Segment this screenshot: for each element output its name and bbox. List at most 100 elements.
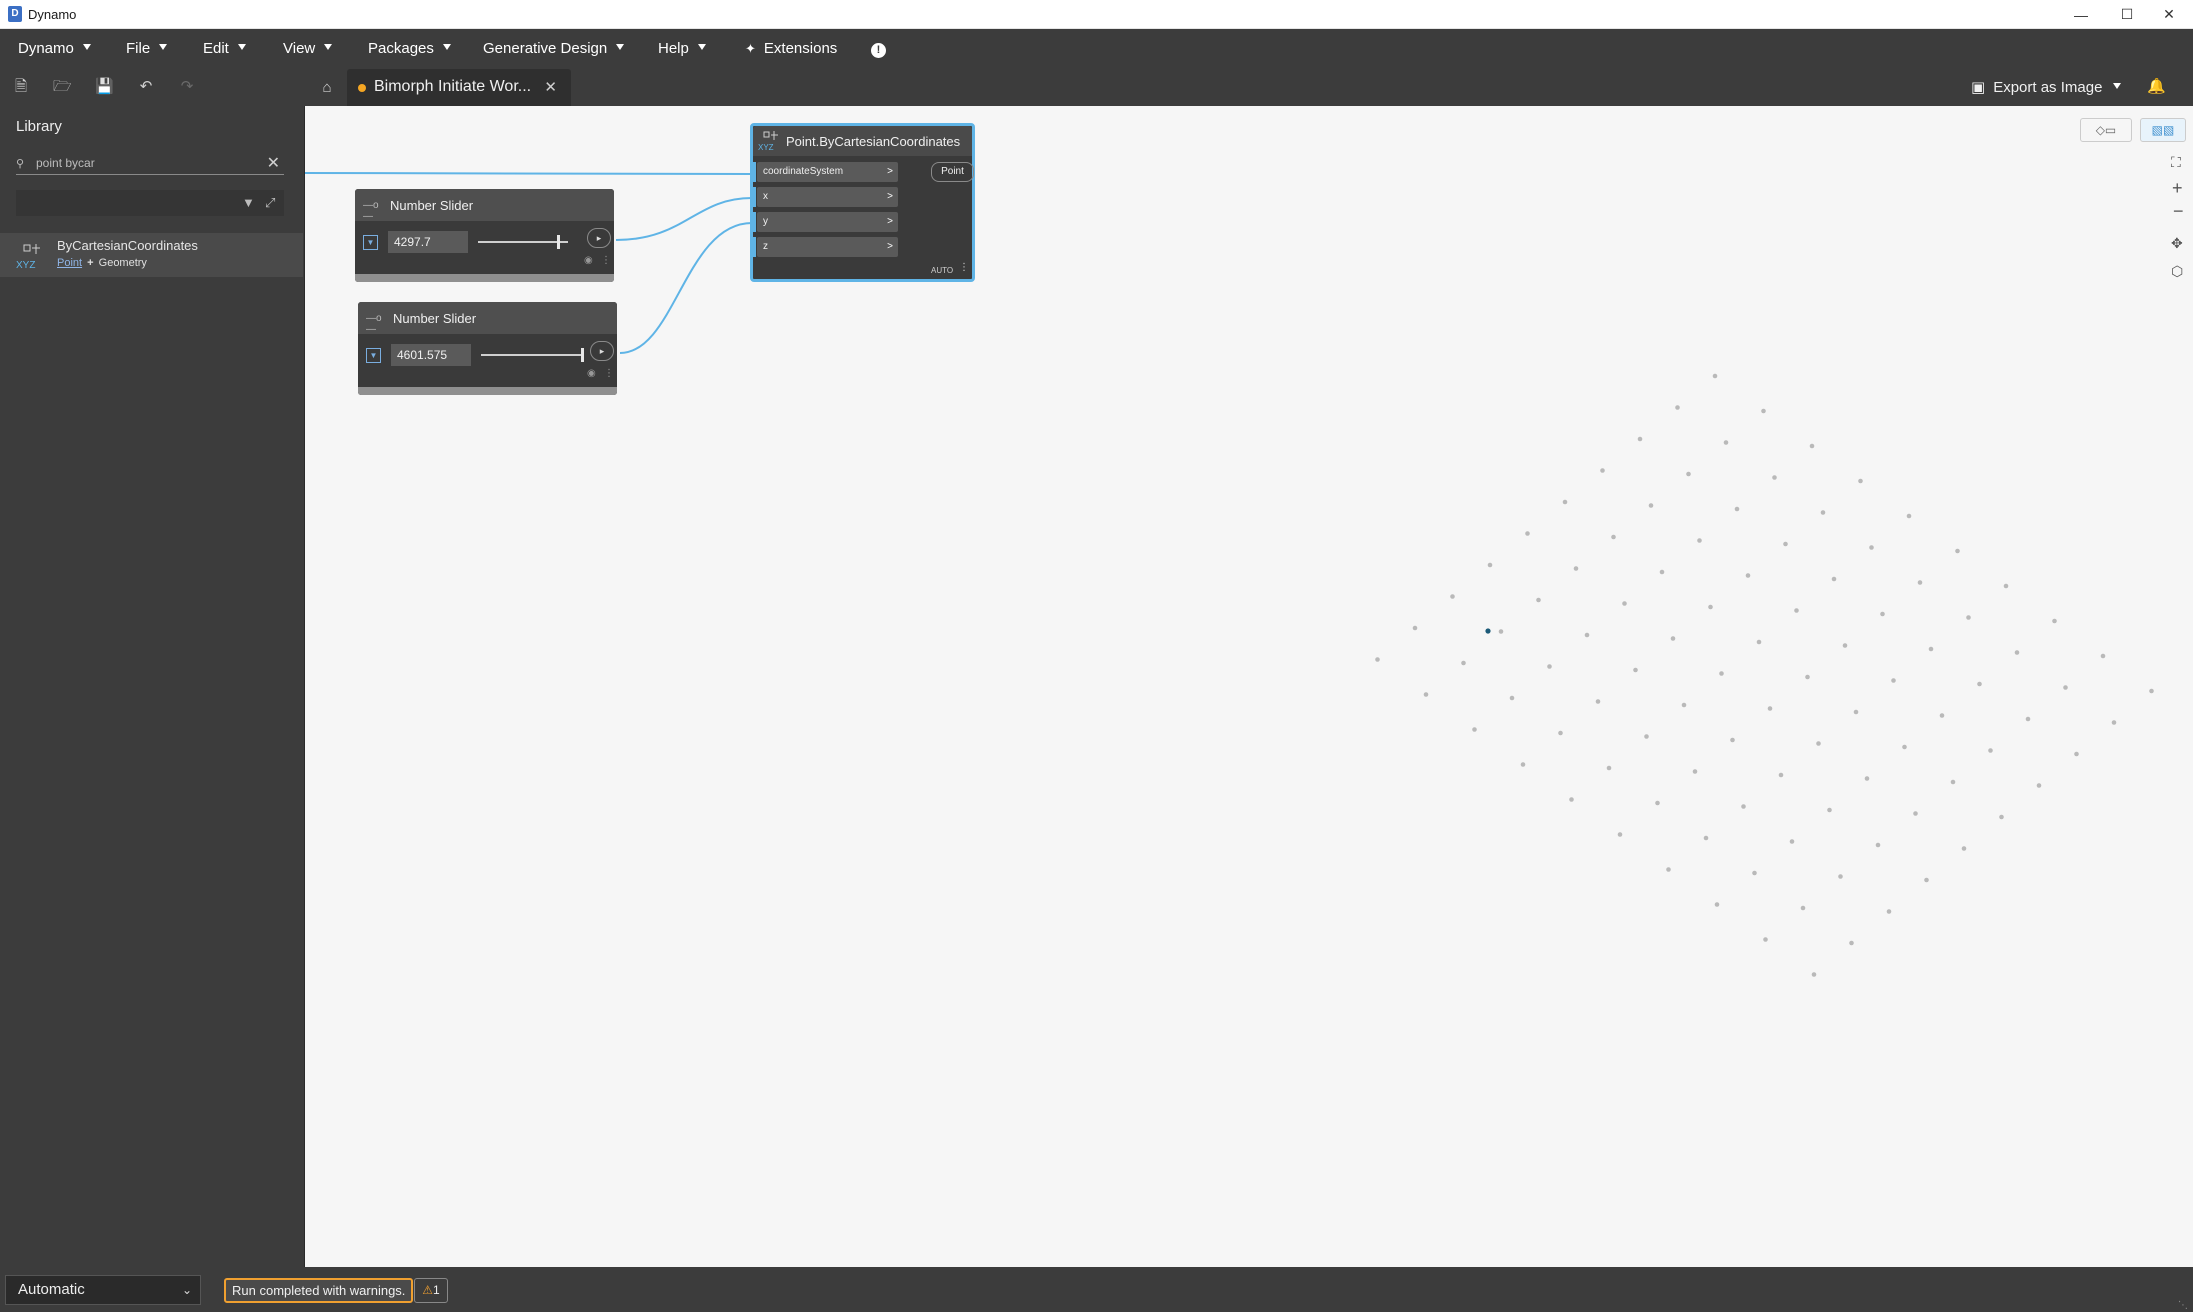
preview-point: [1723, 440, 1729, 445]
pan-icon[interactable]: ✥: [2171, 235, 2183, 252]
slider-thumb[interactable]: [580, 348, 584, 362]
zoom-out-icon[interactable]: −: [2173, 201, 2184, 222]
menu-view[interactable]: View: [283, 40, 333, 57]
new-file-icon[interactable]: 🗎: [12, 78, 30, 96]
result-path: Point + Geometry: [57, 257, 147, 269]
tab-workspace[interactable]: Bimorph Initiate Wor... ✕: [347, 69, 571, 106]
preview-toggle-icon[interactable]: ◉: [587, 368, 596, 379]
preview-point: [1831, 576, 1837, 582]
preview-point: [1761, 408, 1766, 414]
orbit-icon[interactable]: ⬡: [2171, 263, 2183, 280]
preview-point: [2074, 751, 2079, 757]
input-port-x[interactable]: x >: [753, 187, 898, 207]
menu-help[interactable]: Help: [658, 40, 706, 57]
save-icon[interactable]: 💾: [95, 78, 114, 96]
output-port[interactable]: ▸: [590, 341, 614, 361]
warning-count-badge[interactable]: ⚠1: [414, 1278, 448, 1303]
preview-point: [1827, 807, 1832, 813]
run-status-message[interactable]: Run completed with warnings.: [224, 1278, 414, 1303]
slider-value-input[interactable]: 4601.575: [391, 344, 471, 366]
clear-search-icon[interactable]: ✕: [267, 153, 280, 173]
preview-point: [1977, 681, 1982, 687]
wire-y[interactable]: [619, 222, 753, 354]
expand-slider-icon[interactable]: ▼: [363, 235, 378, 250]
preview-point: [1670, 636, 1676, 641]
node-header[interactable]: XYZ Point.ByCartesianCoordinates: [753, 126, 972, 156]
menu-generative-design[interactable]: Generative Design: [483, 40, 625, 57]
menu-packages[interactable]: Packages: [368, 40, 451, 57]
search-icon: ⚲: [16, 158, 25, 170]
preview-point: [1573, 566, 1579, 571]
graph-view-toggle-icon[interactable]: ▧▧: [2140, 118, 2186, 142]
redo-icon[interactable]: ↷: [178, 78, 196, 96]
preview-point: [1536, 597, 1541, 603]
minimize-button[interactable]: —: [2058, 0, 2104, 29]
output-port[interactable]: ▸: [587, 228, 611, 248]
input-port-z[interactable]: z >: [753, 237, 898, 257]
filter-icon[interactable]: ▼: [242, 195, 255, 210]
resize-grip-icon[interactable]: ⋱: [2178, 1300, 2188, 1311]
menu-extensions[interactable]: ✦ Extensions: [745, 40, 837, 57]
node-header[interactable]: —o— Number Slider: [358, 302, 617, 335]
background-preview-toggle-icon[interactable]: ◇▭: [2080, 118, 2132, 142]
node-menu-icon[interactable]: ⋮: [959, 262, 969, 273]
undo-icon[interactable]: ↶: [137, 78, 155, 96]
preview-point: [1886, 909, 1892, 914]
node-header[interactable]: —o— Number Slider: [355, 189, 614, 222]
menu-edit[interactable]: Edit: [203, 40, 246, 57]
input-port-coordinate-system[interactable]: coordinateSystem >: [753, 162, 898, 182]
preview-point: [1569, 797, 1574, 802]
input-port-y[interactable]: y >: [753, 212, 898, 232]
number-slider-node-1[interactable]: —o— Number Slider ▼ 4297.7 ▸ ◉ ⋮: [355, 189, 614, 282]
home-icon[interactable]: ⌂: [318, 79, 336, 97]
output-port-point[interactable]: Point: [931, 162, 974, 182]
workspace-canvas[interactable]: —o— Number Slider ▼ 4297.7 ▸ ◉ ⋮ —o— Num…: [305, 106, 2193, 1267]
preview-point: [2025, 716, 2031, 722]
preview-point: [1617, 832, 1623, 837]
preview-point: [1811, 972, 1817, 977]
open-folder-icon[interactable]: 🗁: [53, 78, 72, 96]
zoom-to-fit-icon[interactable]: ⛶: [2171, 154, 2181, 171]
slider-track[interactable]: [481, 354, 584, 356]
preview-point: [1697, 538, 1702, 543]
wire-x[interactable]: [615, 197, 753, 241]
node-footer: [358, 387, 617, 395]
close-window-button[interactable]: ✕: [2146, 0, 2192, 29]
slider-track[interactable]: [478, 241, 568, 243]
preview-toggle-icon[interactable]: ◉: [584, 255, 593, 266]
zoom-in-icon[interactable]: +: [2172, 178, 2183, 199]
title-bar: D Dynamo — ☐ ✕: [0, 0, 2193, 29]
preview-point: [1917, 580, 1923, 585]
preview-point: [1520, 762, 1526, 767]
preview-point: [1820, 510, 1826, 515]
close-tab-icon[interactable]: ✕: [544, 78, 557, 96]
slider-thumb[interactable]: [557, 235, 561, 249]
expand-slider-icon[interactable]: ▼: [366, 348, 381, 363]
library-result-item[interactable]: XYZ ByCartesianCoordinates Point + Geome…: [0, 233, 303, 277]
wire-coordinate-system[interactable]: [305, 172, 753, 175]
preview-point: [1686, 471, 1691, 477]
library-search-input[interactable]: [36, 154, 256, 172]
node-menu-icon[interactable]: ⋮: [601, 255, 611, 266]
preview-point: [1924, 877, 1929, 883]
node-title: Point.ByCartesianCoordinates: [786, 134, 961, 149]
info-icon[interactable]: !: [871, 40, 886, 58]
notifications-bell-icon[interactable]: 🔔: [2147, 78, 2166, 96]
preview-point: [1891, 678, 1896, 683]
maximize-button[interactable]: ☐: [2104, 0, 2150, 29]
export-as-image-button[interactable]: ▣ Export as Image: [1971, 78, 2122, 96]
menu-file[interactable]: File: [126, 40, 168, 57]
point-by-cartesian-node[interactable]: XYZ Point.ByCartesianCoordinates coordin…: [750, 123, 975, 282]
node-menu-icon[interactable]: ⋮: [604, 368, 614, 379]
port-connected-bar: [753, 237, 756, 257]
number-slider-node-2[interactable]: —o— Number Slider ▼ 4601.575 ▸ ◉ ⋮: [358, 302, 617, 395]
run-mode-dropdown[interactable]: Automatic ⌄: [5, 1275, 201, 1305]
menu-dynamo[interactable]: Dynamo: [18, 40, 91, 57]
preview-point: [1659, 569, 1665, 575]
expand-results-icon[interactable]: ⤢: [265, 195, 275, 211]
preview-point: [1864, 776, 1870, 781]
preview-point: [2036, 783, 2042, 788]
preview-point: [1712, 373, 1718, 379]
slider-value-input[interactable]: 4297.7: [388, 231, 468, 253]
result-category-link[interactable]: Point: [57, 257, 82, 269]
